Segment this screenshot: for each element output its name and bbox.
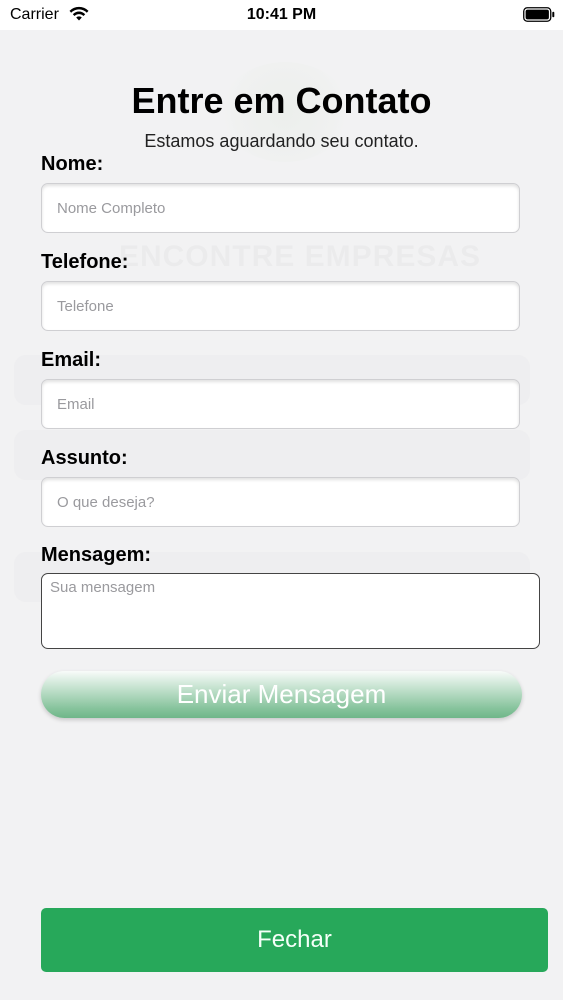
send-message-button[interactable]: Enviar Mensagem — [41, 671, 522, 718]
battery-icon — [523, 7, 555, 22]
nome-label: Nome: — [41, 153, 104, 175]
telefone-label: Telefone: — [41, 251, 129, 273]
background-heading: ENCONTRE EMPRESAS — [118, 240, 482, 273]
page-subtitle: Estamos aguardando seu contato. — [144, 131, 419, 151]
mensagem-label: Mensagem: — [41, 544, 152, 566]
clock: 10:41 PM — [246, 6, 317, 23]
assunto-label: Assunto: — [41, 447, 128, 469]
status-bar: Carrier 10:41 PM — [0, 0, 563, 30]
telefone-input[interactable] — [41, 281, 520, 331]
assunto-input[interactable] — [41, 477, 520, 527]
page-title: Entre em Contato — [131, 80, 432, 121]
mensagem-textarea[interactable] — [41, 573, 540, 649]
close-button[interactable]: Fechar — [41, 908, 548, 972]
nome-input[interactable] — [41, 183, 520, 233]
email-label: Email: — [41, 349, 102, 371]
email-input[interactable] — [41, 379, 520, 429]
